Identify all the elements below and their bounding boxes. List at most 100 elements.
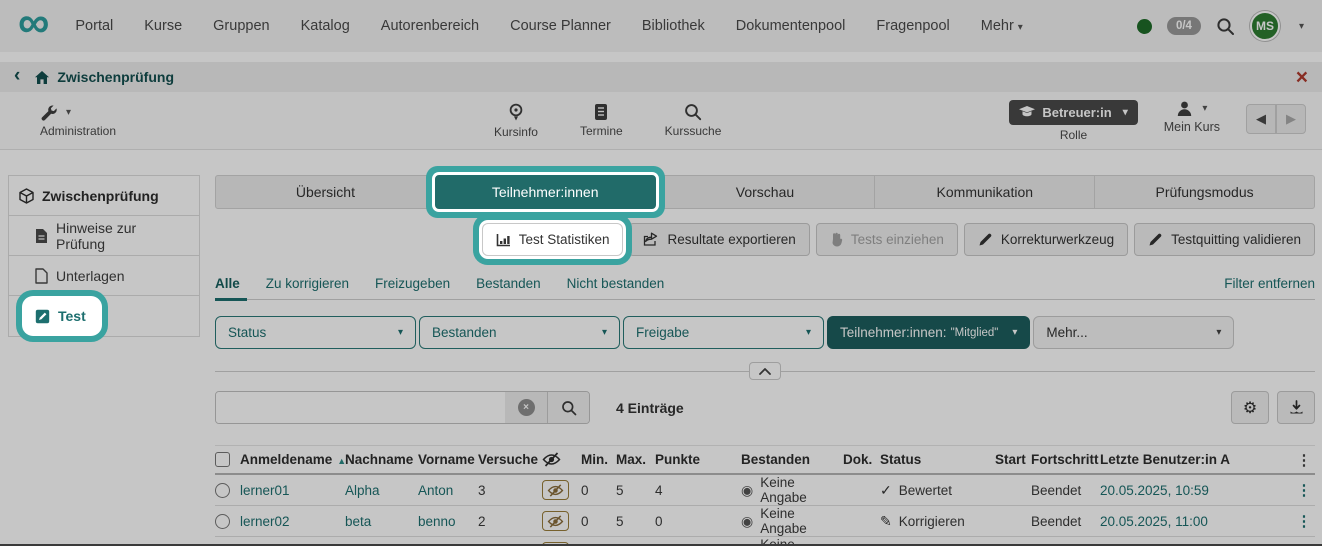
back-chevron-icon[interactable]: ‹ (14, 66, 20, 85)
freigabe-filter-dropdown[interactable]: Freigabe ▾ (623, 316, 824, 349)
administration-menu[interactable]: ▾ Administration (16, 104, 206, 138)
col-letzte-aktivitaet[interactable]: Letzte Benutzer:in A (1100, 452, 1293, 467)
letzte-aktivitaet-link[interactable]: 20.05.2025, 11:00 (1100, 514, 1293, 529)
tab-vorschau[interactable]: Vorschau (654, 175, 876, 209)
filter-entfernen-link[interactable]: Filter entfernen (1224, 276, 1315, 291)
sidebar-item-test[interactable]: Test (9, 296, 199, 336)
tab-kommunikation[interactable]: Kommunikation (874, 175, 1096, 209)
letzte-aktivitaet-link[interactable]: 20.05.2025, 10:59 (1100, 483, 1293, 498)
mehr-filter-dropdown[interactable]: Mehr... ▾ (1033, 316, 1235, 349)
filter-tab-bestanden[interactable]: Bestanden (476, 276, 541, 291)
bestanden-filter-dropdown[interactable]: Bestanden ▾ (419, 316, 620, 349)
sidebar-item-unterlagen[interactable]: Unterlagen (9, 256, 199, 296)
tab-teilnehmer[interactable]: Teilnehmer:innen (434, 175, 656, 209)
test-statistiken-button[interactable]: Test Statistiken (481, 223, 624, 256)
col-min[interactable]: Min. (581, 452, 616, 467)
anmeldename-link[interactable]: lerner01 (240, 483, 345, 498)
filter-tab-zu-korrigieren[interactable]: Zu korrigieren (266, 276, 349, 291)
pencil-icon (978, 232, 993, 247)
resultate-exportieren-button[interactable]: Resultate exportieren (629, 223, 810, 256)
nachname-link[interactable]: Alpha (345, 483, 418, 498)
select-all-checkbox[interactable] (215, 452, 230, 467)
nav-item-mehr[interactable]: Mehr ▾ (981, 18, 1023, 34)
table-row[interactable]: lerner03 ◉Keine Angabe ⋮ (215, 537, 1315, 544)
bestanden-cell: ◉Keine Angabe (741, 506, 807, 536)
search-icon[interactable] (1216, 17, 1235, 36)
nachname-link[interactable]: beta (345, 514, 418, 529)
korrekturwerkzeug-button[interactable]: Korrekturwerkzeug (963, 223, 1129, 256)
main-navigation: Portal Kurse Gruppen Katalog Autorenbere… (75, 18, 1022, 34)
tab-pruefungsmodus[interactable]: Prüfungsmodus (1094, 175, 1315, 209)
openolat-logo-icon[interactable]: ∞ (18, 1, 49, 45)
task-count-badge[interactable]: 0/4 (1166, 17, 1201, 35)
nav-item-gruppen[interactable]: Gruppen (213, 18, 269, 34)
status-filter-dropdown[interactable]: Status ▾ (215, 316, 416, 349)
filter-tab-freizugeben[interactable]: Freizugeben (375, 276, 450, 291)
results-hidden-badge[interactable] (542, 542, 569, 544)
col-bestanden[interactable]: Bestanden (741, 452, 843, 467)
row-menu-kebab-icon[interactable]: ⋮ (1293, 512, 1315, 530)
row-checkbox[interactable] (215, 482, 230, 498)
row-menu-kebab-icon[interactable]: ⋮ (1293, 481, 1315, 499)
home-icon[interactable] (34, 70, 50, 85)
col-nachname[interactable]: Nachname (345, 452, 418, 467)
anmeldename-link[interactable]: lerner02 (240, 514, 345, 529)
col-versuche[interactable]: Versuche (478, 452, 542, 467)
user-menu-chevron-icon[interactable]: ▾ (1299, 21, 1304, 32)
col-punkte[interactable]: Punkte (655, 452, 741, 467)
nav-item-kurse[interactable]: Kurse (144, 18, 182, 34)
col-anmeldename[interactable]: Anmeldename ▲ (240, 452, 346, 467)
previous-button[interactable]: ◀ (1246, 103, 1276, 134)
pencil-icon: ✎ (880, 512, 892, 529)
person-icon (1176, 100, 1193, 117)
kursinfo-button[interactable]: Kursinfo (494, 103, 538, 139)
tab-uebersicht[interactable]: Übersicht (215, 175, 436, 209)
col-status[interactable]: Status (880, 452, 995, 467)
col-start[interactable]: Start (995, 452, 1031, 467)
collapse-filters-button[interactable] (749, 362, 781, 380)
download-button[interactable] (1277, 391, 1315, 424)
search-input[interactable] (216, 392, 505, 423)
results-hidden-badge[interactable] (542, 511, 569, 531)
export-icon (643, 232, 659, 247)
filter-tab-alle[interactable]: Alle (215, 276, 240, 291)
my-course-menu[interactable]: ▾ Mein Kurs (1164, 100, 1220, 134)
min-value: 0 (581, 513, 589, 529)
results-hidden-badge[interactable] (542, 480, 569, 500)
quick-filter-tabs: Alle Zu korrigieren Freizugeben Bestande… (215, 276, 1315, 300)
table-row[interactable]: lerner01 Alpha Anton 3 0 5 4 ◉ Keine Anga… (215, 475, 1315, 506)
termine-button[interactable]: Termine (580, 103, 623, 139)
user-avatar[interactable]: MS (1249, 11, 1280, 41)
teilnehmer-filter-dropdown[interactable]: Teilnehmer:innen: "Mitglied" ▾ (827, 316, 1031, 349)
nav-item-fragenpool[interactable]: Fragenpool (876, 18, 949, 34)
search-submit-button[interactable] (547, 392, 589, 423)
nav-item-katalog[interactable]: Katalog (301, 18, 350, 34)
role-dropdown-button[interactable]: Betreuer:in ▾ (1009, 99, 1138, 125)
column-menu-kebab-icon[interactable]: ⋮ (1293, 451, 1315, 469)
col-fortschritt[interactable]: Fortschritt (1031, 452, 1100, 467)
close-icon[interactable]: × (1296, 67, 1308, 88)
page-title[interactable]: Zwischenprüfung (57, 69, 174, 85)
vorname-link[interactable]: Anton (418, 483, 478, 498)
vorname-link[interactable]: benno (418, 514, 478, 529)
table-row[interactable]: lerner02 beta benno 2 0 5 0 ◉ Keine Angab… (215, 506, 1315, 537)
nav-item-portal[interactable]: Portal (75, 18, 113, 34)
breadcrumb: ‹ Zwischenprüfung × (0, 62, 1322, 92)
nav-item-autorenbereich[interactable]: Autorenbereich (381, 18, 479, 34)
nav-item-bibliothek[interactable]: Bibliothek (642, 18, 705, 34)
col-max[interactable]: Max. (616, 452, 655, 467)
filter-tab-nicht-bestanden[interactable]: Nicht bestanden (567, 276, 665, 291)
clear-search-button[interactable]: × (505, 392, 547, 423)
table-settings-button[interactable]: ⚙ (1231, 391, 1269, 424)
nav-item-course-planner[interactable]: Course Planner (510, 18, 611, 34)
sidebar-item-course-root[interactable]: Zwischenprüfung (9, 176, 199, 216)
col-hidden-eye-slash-icon[interactable] (542, 452, 581, 467)
kurssuche-button[interactable]: Kurssuche (665, 103, 721, 139)
testquitting-validieren-button[interactable]: Testquitting validieren (1134, 223, 1315, 256)
nav-item-dokumentenpool[interactable]: Dokumentenpool (736, 18, 846, 34)
col-vorname[interactable]: Vorname (418, 452, 478, 467)
col-dok[interactable]: Dok. (843, 452, 880, 467)
row-checkbox[interactable] (215, 513, 230, 529)
sidebar-item-hinweise[interactable]: Hinweise zur Prüfung (9, 216, 199, 256)
next-button[interactable]: ▶ (1276, 103, 1306, 134)
